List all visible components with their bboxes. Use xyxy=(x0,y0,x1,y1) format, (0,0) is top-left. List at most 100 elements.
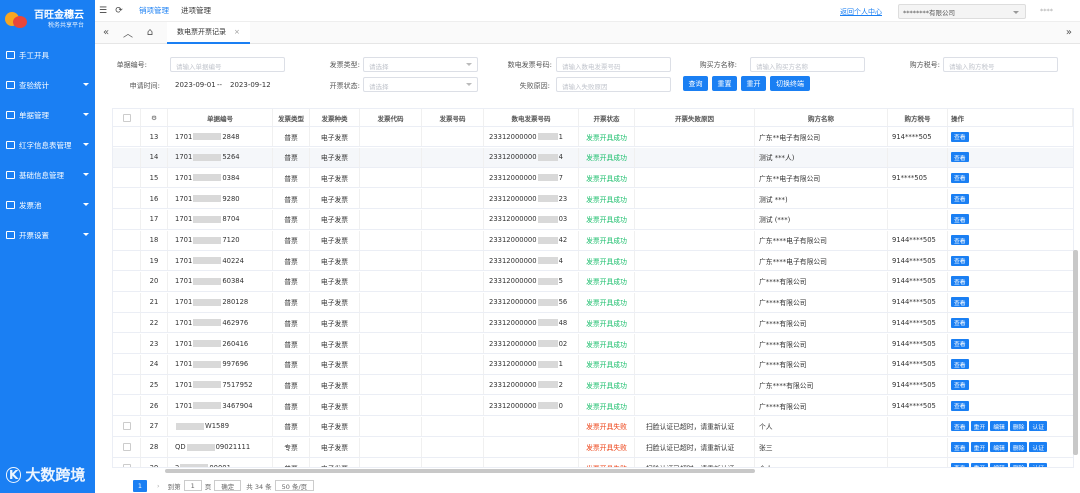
reset-button[interactable]: 重置 xyxy=(712,76,737,91)
row-action-button[interactable]: 删除 xyxy=(1009,462,1028,467)
row-action-button[interactable]: 查看 xyxy=(951,235,969,245)
top-tab-purchase[interactable]: 进项管理 xyxy=(181,5,211,16)
doc-no-cell: 1701 40224 xyxy=(168,251,273,271)
chevron-up-icon[interactable]: ︿ xyxy=(117,25,139,40)
table-row[interactable]: 22 1701 462976 普票 电子发票 23312000000 48 发票开具成功 广**… xyxy=(113,313,1073,334)
row-action-button[interactable]: 查看 xyxy=(951,131,969,142)
digital-no-input[interactable]: 请输入数电发票号码 xyxy=(556,57,671,72)
table-row[interactable]: 14 1701 5264 普票 电子发票 23312000000 4 发票开具成功 测试 ***… xyxy=(113,147,1073,168)
table-row[interactable]: 16 1701 9280 普票 电子发票 23312000000 23 发票开具成功 测试 **… xyxy=(113,189,1073,210)
row-action-button[interactable]: 查看 xyxy=(951,442,969,452)
reissue-button[interactable]: 重开 xyxy=(741,76,766,91)
table-row[interactable]: 28 QD 09021111 专票 电子发票 发票开具失败 扫脸认证已超时，请重新认证 张三 查… xyxy=(113,437,1073,458)
close-icon[interactable]: × xyxy=(234,28,240,36)
tabs-scroll-right-icon[interactable]: » xyxy=(1066,27,1072,38)
table-row[interactable]: 19 1701 40224 普票 电子发票 23312000000 4 发票开具成功 广东***… xyxy=(113,251,1073,272)
row-action-button[interactable]: 认证 xyxy=(1029,421,1048,432)
buyer-tax-input[interactable]: 请输入购方税号 xyxy=(943,57,1058,72)
tab-digital-invoice-records[interactable]: 数电票开票记录 × xyxy=(167,21,250,44)
menu-toggle-icon[interactable]: ☰ xyxy=(95,6,111,16)
sidebar-item-2[interactable]: 单据管理 xyxy=(0,100,95,130)
sidebar-item-6[interactable]: 开票设置 xyxy=(0,220,95,250)
table-row[interactable]: 24 1701 997696 普票 电子发票 23312000000 1 发票开具成功 广***… xyxy=(113,354,1073,375)
buyer-name-input[interactable]: 请输入购买方名称 xyxy=(750,57,865,72)
row-action-button[interactable]: 认证 xyxy=(1029,462,1048,467)
table-row[interactable]: 15 1701 0384 普票 电子发票 23312000000 7 发票开具成功 广东**电子… xyxy=(113,168,1073,189)
doc-no-input[interactable]: 请输入单据编号 xyxy=(170,57,285,72)
row-action-button[interactable]: 查看 xyxy=(951,214,969,225)
chevron-down-icon xyxy=(83,203,89,206)
row-action-button[interactable]: 查看 xyxy=(951,317,969,328)
sidebar-item-4[interactable]: 基础信息管理 xyxy=(0,160,95,190)
table-row[interactable]: 27 W1589 普票 电子发票 发票开具失败 扫脸认证已超时，请重新认证 个人 查看 重开 编辑… xyxy=(113,416,1073,437)
fail-reason-input[interactable]: 请输入失败原因 xyxy=(556,77,671,92)
row-action-button[interactable]: 查看 xyxy=(951,193,969,204)
confirm-button[interactable]: 确定 xyxy=(214,480,242,491)
row-action-button[interactable]: 编辑 xyxy=(990,442,1008,452)
row-action-button[interactable]: 查看 xyxy=(951,379,969,390)
table-row[interactable]: 29 2 00001 普票电子发票 发票开具失败扫脸认证已超时，请重新认证个人 查看重开编… xyxy=(113,458,1073,467)
table-row[interactable]: 21 1701 280128 普票 电子发票 23312000000 56 发票开具成功 广**… xyxy=(113,292,1073,313)
row-action-button[interactable]: 查看 xyxy=(951,462,969,467)
fail-reason-cell xyxy=(635,354,755,374)
table-row[interactable]: 23 1701 260416 普票 电子发票 23312000000 02 发票开具成功 广**… xyxy=(113,334,1073,354)
switch-terminal-button[interactable]: 切换终端 xyxy=(770,76,810,91)
date-from[interactable]: 2023-09-01 xyxy=(175,81,216,89)
tabs-scroll-left-icon[interactable]: « xyxy=(95,27,117,38)
status-select[interactable]: 请选择 xyxy=(363,77,478,92)
tax-cell xyxy=(888,437,948,457)
row-action-button[interactable]: 删除 xyxy=(1009,442,1028,452)
kind-cell: 电子发票 xyxy=(310,396,360,416)
date-to[interactable]: 2023-09-12 xyxy=(230,81,271,89)
page-goto-input[interactable]: 1 xyxy=(183,480,202,491)
row-action-button[interactable]: 认证 xyxy=(1029,442,1048,452)
sidebar-item-0[interactable]: 手工开具 xyxy=(0,40,95,70)
user-name[interactable]: **** xyxy=(1040,7,1053,15)
table-row[interactable]: 20 1701 60384 普票 电子发票 23312000000 5 发票开具成功 广****… xyxy=(113,271,1073,292)
sidebar-item-5[interactable]: 发票池 xyxy=(0,190,95,220)
row-action-button[interactable]: 查看 xyxy=(951,152,969,163)
row-action-button[interactable]: 查看 xyxy=(951,172,969,183)
row-action-button[interactable]: 编辑 xyxy=(990,421,1008,432)
select-all-checkbox[interactable] xyxy=(122,113,131,122)
row-checkbox[interactable] xyxy=(122,463,131,467)
digital-no-suffix: 4 xyxy=(558,153,563,162)
top-tab-sales[interactable]: 销项管理 xyxy=(139,5,169,16)
page-size-select[interactable]: 50 条/页 xyxy=(274,480,315,491)
row-action-button[interactable]: 查看 xyxy=(951,400,969,411)
row-action-button[interactable]: 查看 xyxy=(951,338,969,349)
row-action-button[interactable]: 查看 xyxy=(951,276,969,287)
refresh-icon[interactable]: ⟳ xyxy=(111,6,127,16)
row-action-button[interactable]: 编辑 xyxy=(990,462,1008,467)
table-row[interactable]: 26 1701 3467904 普票 电子发票 23312000000 0 发票开具成功 广**… xyxy=(113,396,1073,417)
horizontal-scrollbar[interactable] xyxy=(165,469,755,473)
buyer-cell: 广****有限公司 xyxy=(755,292,888,312)
sidebar-item-1[interactable]: 查验统计 xyxy=(0,70,95,100)
table-row[interactable]: 18 1701 7120 普票 电子发票 23312000000 42 发票开具成功 广东***… xyxy=(113,230,1073,251)
table-row[interactable]: 13 1701 2848 普票 电子发票 23312000000 1 发票开具成功 广东**电子… xyxy=(113,127,1073,147)
row-action-button[interactable]: 查看 xyxy=(951,255,969,266)
gear-icon[interactable]: ⚙ xyxy=(141,109,168,126)
row-action-button[interactable]: 查看 xyxy=(951,359,969,370)
sidebar-item-3[interactable]: 红字信息表管理 xyxy=(0,130,95,160)
company-select[interactable]: ********有限公司 xyxy=(898,4,1026,19)
table-row[interactable]: 25 1701 7517952 普票 电子发票 23312000000 2 发票开具成功 广东*… xyxy=(113,375,1073,396)
row-checkbox[interactable] xyxy=(122,422,131,431)
doc-no-prefix: 1701 xyxy=(175,194,193,203)
row-action-button[interactable]: 查看 xyxy=(951,297,969,308)
digital-no-prefix: 23312000000 xyxy=(489,360,537,369)
back-to-personal-center-link[interactable]: 返回个人中心 xyxy=(840,7,882,17)
row-action-button[interactable]: 重开 xyxy=(970,462,989,467)
row-action-button[interactable]: 删除 xyxy=(1009,421,1028,432)
query-button[interactable]: 查询 xyxy=(683,76,708,91)
table-row[interactable]: 17 1701 8704 普票 电子发票 23312000000 03 发票开具成功 测试 (*… xyxy=(113,209,1073,230)
home-icon[interactable]: ⌂ xyxy=(139,27,161,38)
row-checkbox[interactable] xyxy=(122,443,131,451)
row-action-button[interactable]: 查看 xyxy=(951,421,969,432)
page-current[interactable]: 1 xyxy=(133,479,147,492)
row-action-button[interactable]: 重开 xyxy=(970,442,989,452)
invoice-type-select[interactable]: 请选择 xyxy=(363,57,478,72)
row-action-button[interactable]: 重开 xyxy=(970,421,989,432)
vertical-scrollbar[interactable] xyxy=(1073,250,1078,455)
next-page-icon[interactable]: › xyxy=(157,482,160,490)
